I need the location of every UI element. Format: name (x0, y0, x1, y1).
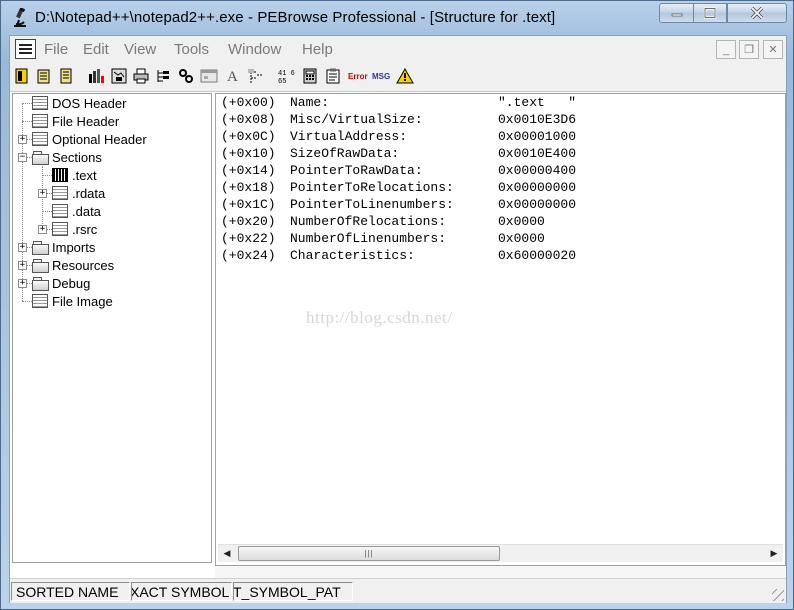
tree-item-debug[interactable]: Debug (32, 274, 90, 292)
open-dll-icon[interactable] (56, 66, 76, 86)
open-exe-icon[interactable] (34, 66, 54, 86)
expand-imports[interactable]: + (18, 243, 27, 252)
mdi-client: File Edit View Tools Window Help _ ❐ ✕ A… (9, 35, 787, 603)
menu-tools[interactable]: Tools (174, 41, 209, 58)
close-icon: ✕ (768, 44, 778, 56)
menu-help[interactable]: Help (302, 41, 333, 58)
grid-icon (52, 222, 68, 236)
tree-item-resources[interactable]: Resources (32, 256, 114, 274)
tree-icon[interactable] (153, 66, 173, 86)
svg-text:41 65: 41 65 (278, 70, 295, 78)
map-icon[interactable] (109, 66, 129, 86)
grid-icon (52, 204, 68, 218)
menu-bar: File Edit View Tools Window Help _ ❐ ✕ (10, 36, 786, 64)
calculator-icon[interactable] (300, 66, 320, 86)
tree-item-sections[interactable]: Sections (32, 148, 102, 166)
message-icon[interactable]: MSG (371, 66, 391, 86)
error-icon[interactable]: Error (348, 66, 368, 86)
grid-icon (32, 96, 48, 110)
minimize-icon (671, 13, 682, 17)
tree-item-rsrc-section[interactable]: .rsrc (52, 220, 97, 238)
tree-item-rdata-section[interactable]: .rdata (52, 184, 105, 202)
tree-item-text-section[interactable]: .text (52, 166, 97, 184)
structure-tree[interactable]: + − + + + + + DOS Header File Header Opt… (12, 93, 212, 563)
restore-icon: ❐ (744, 44, 754, 56)
scroll-right-icon[interactable]: ▶ (767, 547, 781, 560)
mdi-minimize-button[interactable]: _ (716, 40, 736, 59)
toolbar: A 41 6565 Error MSG (10, 63, 786, 92)
folder-icon (32, 276, 49, 291)
status-panel-exact-symbol: XACT SYMBOL (131, 582, 232, 601)
microscope-app-icon (11, 7, 29, 28)
tree-item-imports[interactable]: Imports (32, 238, 95, 256)
section-structure-view[interactable]: (+0x00) Name: ".text " (+0x08) Misc/Virtual… (215, 93, 786, 566)
expand-debug[interactable]: + (18, 279, 27, 288)
expand-optional-header[interactable]: + (18, 135, 27, 144)
open-file-icon[interactable] (12, 66, 32, 86)
pane-divider (215, 566, 786, 578)
svg-text:A: A (227, 69, 238, 84)
menu-edit[interactable]: Edit (83, 41, 109, 58)
menu-file[interactable]: File (44, 41, 68, 58)
system-menu-icon[interactable] (15, 39, 36, 59)
status-panel-symbol-path: T_SYMBOL_PAT (233, 582, 353, 601)
grid-icon (52, 186, 68, 200)
hierarchy-icon[interactable] (246, 66, 266, 86)
close-button[interactable] (727, 3, 787, 23)
close-icon (750, 7, 764, 19)
svg-text:Error: Error (348, 72, 368, 81)
minimize-button[interactable] (659, 3, 694, 23)
maximize-button[interactable] (693, 3, 727, 23)
selected-section-icon (52, 168, 68, 182)
grid-icon (32, 114, 48, 128)
menu-view[interactable]: View (124, 41, 156, 58)
chart-icon[interactable] (86, 66, 106, 86)
mdi-close-button[interactable]: ✕ (763, 40, 783, 59)
expand-rsrc[interactable]: + (38, 225, 47, 234)
tree-item-data-section[interactable]: .data (52, 202, 101, 220)
tree-item-file-header[interactable]: File Header (32, 112, 119, 130)
menu-window[interactable]: Window (228, 41, 281, 58)
resize-grip-icon[interactable] (772, 589, 784, 601)
expand-resources[interactable]: + (18, 261, 27, 270)
folder-open-icon (32, 150, 49, 165)
font-icon[interactable]: A (222, 66, 242, 86)
status-bar: SORTED NAME XACT SYMBOL T_SYMBOL_PAT (10, 578, 786, 603)
dialog-icon[interactable] (199, 66, 219, 86)
scroll-left-icon[interactable]: ◀ (220, 547, 234, 560)
expand-rdata[interactable]: + (38, 189, 47, 198)
svg-text:65: 65 (278, 78, 286, 84)
tree-item-optional-header[interactable]: Optional Header (32, 130, 147, 148)
maximize-icon (703, 7, 717, 19)
warning-icon[interactable] (395, 66, 415, 86)
minimize-icon: _ (722, 43, 730, 56)
folder-icon (32, 258, 49, 273)
status-panel-sorted-name: SORTED NAME (11, 582, 130, 601)
grid-icon (32, 294, 48, 308)
svg-text:MSG: MSG (372, 72, 390, 81)
clipboard-icon[interactable] (323, 66, 343, 86)
title-bar[interactable]: D:\Notepad++\notepad2++.exe - PEBrowse P… (1, 1, 793, 35)
tree-item-dos-header[interactable]: DOS Header (32, 94, 126, 112)
main-window: D:\Notepad++\notepad2++.exe - PEBrowse P… (0, 0, 794, 610)
horizontal-scrollbar[interactable]: ◀ ||| ▶ (218, 544, 783, 562)
print-icon[interactable] (131, 66, 151, 86)
watermark-text: http://blog.csdn.net/ (306, 308, 453, 327)
folder-icon (32, 240, 49, 255)
collapse-sections[interactable]: − (18, 153, 27, 162)
tree-item-file-image[interactable]: File Image (32, 292, 113, 310)
hex-icon[interactable]: 41 6565 (276, 66, 296, 86)
grid-icon (32, 132, 48, 146)
mdi-restore-button[interactable]: ❐ (739, 40, 759, 59)
grip-icon: ||| (364, 549, 374, 558)
gear-tree-icon[interactable] (176, 66, 196, 86)
scrollbar-thumb[interactable]: ||| (238, 546, 500, 561)
window-title: D:\Notepad++\notepad2++.exe - PEBrowse P… (35, 9, 556, 26)
